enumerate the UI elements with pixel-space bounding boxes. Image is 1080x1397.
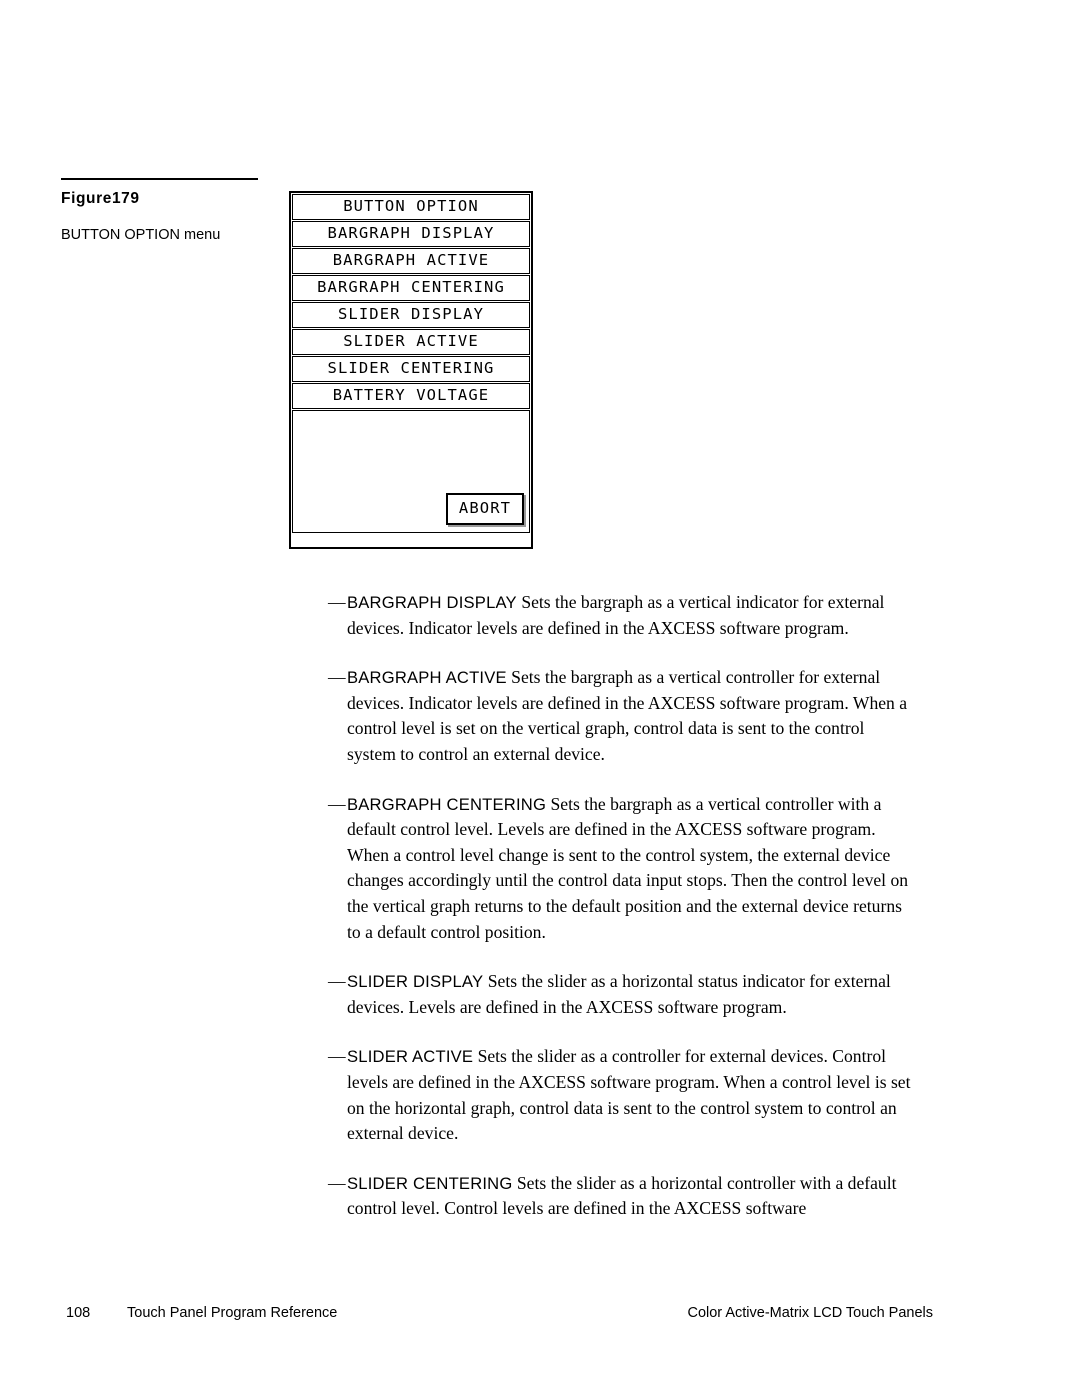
definition-text: Sets the bargraph as a vertical controll… <box>347 793 909 942</box>
body-copy-block: — BARGRAPH DISPLAY Sets the bargraph as a… <box>328 590 913 1222</box>
definition-term: SLIDER DISPLAY <box>347 972 488 992</box>
lcd-menu-row-battery-voltage[interactable]: BATTERY VOLTAGE <box>292 382 530 409</box>
figure-rule-divider <box>61 178 258 180</box>
figure-caption-block: Figure179 BUTTON OPTION menu <box>61 178 258 244</box>
lcd-menu-row-label: BARGRAPH ACTIVE <box>332 250 490 269</box>
definition-paragraph-bargraph-active: — BARGRAPH ACTIVE Sets the bargraph as a … <box>328 665 913 767</box>
definition-term: BARGRAPH CENTERING <box>347 794 547 814</box>
em-dash-marker: — <box>328 667 346 688</box>
definition-term: BARGRAPH DISPLAY <box>347 593 522 612</box>
em-dash-marker: — <box>328 971 346 992</box>
lcd-menu-row-bargraph-display[interactable]: BARGRAPH DISPLAY <box>292 220 530 247</box>
definition-paragraph-slider-active: — SLIDER ACTIVE Sets the slider as a cont… <box>328 1044 913 1146</box>
lcd-menu-row-label: SLIDER DISPLAY <box>337 304 485 323</box>
lcd-menu-row-slider-active[interactable]: SLIDER ACTIVE <box>292 328 530 355</box>
lcd-menu-row-slider-display[interactable]: SLIDER DISPLAY <box>292 301 530 328</box>
definition-paragraph-bargraph-centering: — BARGRAPH CENTERING Sets the bargraph as… <box>328 792 913 946</box>
abort-button[interactable]: ABORT <box>446 492 524 525</box>
footer-right-text: Color Active-Matrix LCD Touch Panels <box>687 1305 933 1321</box>
figure-number: Figure179 <box>61 190 140 207</box>
definition-paragraph-slider-centering: — SLIDER CENTERING Sets the slider as a h… <box>328 1171 913 1222</box>
abort-button-label: ABORT <box>458 498 512 517</box>
lcd-menu-row-button-option[interactable]: BUTTON OPTION <box>292 193 530 220</box>
lcd-menu-row-label: BARGRAPH CENTERING <box>317 277 505 296</box>
lcd-touch-panel-mock: BUTTON OPTION BARGRAPH DISPLAY BARGRAPH … <box>289 191 533 549</box>
lcd-menu-row-slider-centering[interactable]: SLIDER CENTERING <box>292 355 530 382</box>
figure-description: BUTTON OPTION menu <box>61 226 221 243</box>
lcd-menu-row-bargraph-active[interactable]: BARGRAPH ACTIVE <box>292 247 530 274</box>
definition-paragraph-slider-display: — SLIDER DISPLAY Sets the slider as a hor… <box>328 969 913 1020</box>
definition-term: SLIDER ACTIVE <box>347 1047 474 1067</box>
definition-term: SLIDER CENTERING <box>347 1173 513 1193</box>
page-footer: 108 Touch Panel Program Reference Color … <box>0 1305 1080 1327</box>
lcd-menu-row-label: SLIDER CENTERING <box>327 358 495 377</box>
lcd-menu-row-label: SLIDER ACTIVE <box>343 331 479 350</box>
em-dash-marker: — <box>328 1172 346 1193</box>
lcd-menu-row-bargraph-centering[interactable]: BARGRAPH CENTERING <box>292 274 530 301</box>
em-dash-marker: — <box>328 1046 346 1067</box>
lcd-menu-row-label: BARGRAPH DISPLAY <box>327 223 495 242</box>
lcd-menu-row-label: BATTERY VOLTAGE <box>332 385 490 404</box>
definition-paragraph-bargraph-display: — BARGRAPH DISPLAY Sets the bargraph as a… <box>328 590 913 641</box>
em-dash-marker: — <box>328 793 346 814</box>
lcd-blank-area: ABORT <box>292 409 530 533</box>
footer-page-number: 108 <box>66 1305 91 1321</box>
em-dash-marker: — <box>328 592 346 612</box>
definition-term: BARGRAPH ACTIVE <box>347 668 507 688</box>
footer-left-text: Touch Panel Program Reference <box>127 1305 338 1321</box>
lcd-menu-row-label: BUTTON OPTION <box>343 196 479 215</box>
lcd-menu-row-list: BUTTON OPTION BARGRAPH DISPLAY BARGRAPH … <box>291 193 531 409</box>
